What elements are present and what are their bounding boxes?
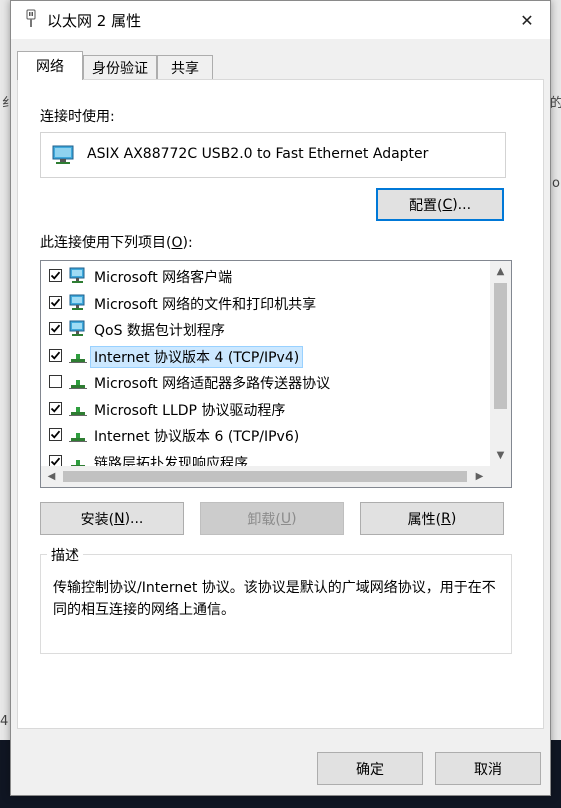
protocol-icon [68, 399, 88, 419]
list-item-label: Microsoft LLDP 协议驱动程序 [94, 402, 286, 419]
list-item-label: Internet 协议版本 4 (TCP/IPv4) [89, 345, 304, 368]
description-text: 传输控制协议/Internet 协议。该协议是默认的广域网络协议，用于在不同的相… [53, 580, 496, 618]
check-icon [50, 298, 61, 307]
background-text-fragment: 的 [550, 96, 561, 111]
list-item[interactable]: Microsoft 网络客户端 [41, 263, 488, 289]
button-text-suffix: ) [450, 510, 457, 527]
background-window-left [0, 0, 10, 740]
network-tab-panel: 连接时使用: ASIX AX88772C USB2.0 to Fast Ethe… [17, 79, 544, 729]
tab-label: 网络 [36, 59, 64, 75]
properties-dialog: 以太网 2 属性 ✕ 网络 身份验证 共享 连接时使用: ASIX AX8877… [10, 0, 551, 796]
uninstall-button[interactable]: 卸载(U) [200, 502, 344, 535]
cancel-button[interactable]: 取消 [435, 752, 541, 785]
tab-authentication[interactable]: 身份验证 [83, 55, 157, 80]
ok-button[interactable]: 确定 [317, 752, 423, 785]
background-window-right [551, 0, 561, 740]
item-checkbox[interactable] [49, 295, 62, 309]
items-label-suffix: ): [182, 235, 193, 251]
check-icon [50, 324, 61, 333]
network-client-icon [68, 319, 88, 339]
button-text-suffix: ) [291, 510, 297, 527]
protocol-icon [68, 425, 88, 445]
title-bar: 以太网 2 属性 ✕ [11, 1, 550, 39]
list-item[interactable]: Internet 协议版本 6 (TCP/IPv6) [41, 422, 488, 448]
list-item-label: QoS 数据包计划程序 [94, 323, 225, 339]
item-checkbox[interactable] [49, 348, 62, 362]
button-text-suffix: )... [452, 196, 472, 213]
tab-sharing[interactable]: 共享 [157, 55, 213, 80]
list-item[interactable]: Internet 协议版本 4 (TCP/IPv4) [41, 343, 488, 369]
list-item-label: Microsoft 网络适配器多路传送器协议 [94, 376, 331, 392]
vertical-scrollbar[interactable]: ▲ ▼ [490, 261, 511, 466]
button-mnemonic: C [442, 196, 453, 213]
button-text: 配置( [408, 197, 443, 214]
network-client-icon [68, 266, 88, 286]
item-checkbox[interactable] [49, 269, 62, 282]
button-text: 安装( [80, 511, 115, 528]
check-icon [50, 457, 61, 466]
description-group: 描述 传输控制协议/Internet 协议。该协议是默认的广域网络协议，用于在不… [40, 545, 512, 654]
background-text-fragment: 4 [0, 714, 9, 729]
close-button[interactable]: ✕ [504, 1, 550, 39]
tab-label: 共享 [171, 61, 199, 77]
install-button[interactable]: 安装(N)... [40, 502, 184, 535]
background-text-fragment: o [552, 176, 560, 191]
components-list[interactable]: Microsoft 网络客户端 Microsoft 网络的文件和打印机共享 QoS … [40, 260, 512, 488]
scroll-left-icon[interactable]: ◀ [41, 466, 62, 486]
protocol-icon [68, 346, 88, 366]
list-item[interactable]: QoS 数据包计划程序 [41, 316, 488, 342]
scroll-down-icon[interactable]: ▼ [490, 445, 511, 465]
list-item-label: Microsoft 网络客户端 [94, 270, 233, 286]
properties-button[interactable]: 属性(R) [360, 502, 504, 535]
check-icon [50, 404, 61, 413]
check-icon [50, 351, 61, 360]
list-item[interactable]: Microsoft 网络适配器多路传送器协议 [41, 369, 488, 395]
button-text: 卸载( [247, 511, 281, 528]
list-item[interactable]: Microsoft 网络的文件和打印机共享 [41, 290, 488, 316]
button-mnemonic: N [114, 510, 125, 527]
button-text-suffix: )... [124, 510, 144, 527]
close-icon: ✕ [520, 10, 534, 30]
button-text: 确定 [356, 761, 384, 778]
items-label-mnemonic: O [171, 235, 183, 251]
item-checkbox[interactable] [49, 428, 62, 441]
adapter-name: ASIX AX88772C USB2.0 to Fast Ethernet Ad… [87, 146, 429, 162]
tab-network[interactable]: 网络 [17, 51, 83, 80]
list-item-label: Internet 协议版本 6 (TCP/IPv6) [94, 429, 300, 445]
list-item-label: Microsoft 网络的文件和打印机共享 [94, 296, 317, 313]
horizontal-scrollbar[interactable]: ◀ ▶ [41, 466, 511, 487]
window-title: 以太网 2 属性 [47, 12, 142, 30]
configure-button[interactable]: 配置(C)... [376, 188, 504, 221]
button-text: 取消 [474, 761, 502, 778]
network-adapter-icon [52, 145, 74, 164]
description-legend: 描述 [47, 545, 83, 565]
items-label-text: 此连接使用下列项目( [40, 235, 172, 251]
list-item[interactable]: Microsoft LLDP 协议驱动程序 [41, 396, 488, 422]
adapter-box: ASIX AX88772C USB2.0 to Fast Ethernet Ad… [40, 132, 506, 178]
scroll-right-icon[interactable]: ▶ [469, 466, 490, 486]
item-checkbox[interactable] [49, 375, 62, 388]
item-checkbox[interactable] [49, 401, 62, 415]
tab-label: 身份验证 [92, 61, 148, 77]
network-plug-icon [26, 9, 36, 27]
button-text: 属性( [407, 511, 442, 528]
item-checkbox[interactable] [49, 322, 62, 335]
button-mnemonic: R [441, 510, 451, 527]
network-client-icon [68, 293, 88, 313]
protocol-icon [68, 372, 88, 392]
items-label: 此连接使用下列项目(O): [40, 232, 193, 252]
button-mnemonic: U [280, 510, 292, 527]
check-icon [50, 430, 61, 439]
connect-using-label: 连接时使用: [40, 109, 115, 125]
check-icon [50, 271, 61, 280]
horizontal-scroll-thumb[interactable] [63, 471, 467, 482]
vertical-scroll-thumb[interactable] [494, 283, 507, 409]
scroll-up-icon[interactable]: ▲ [490, 261, 511, 281]
